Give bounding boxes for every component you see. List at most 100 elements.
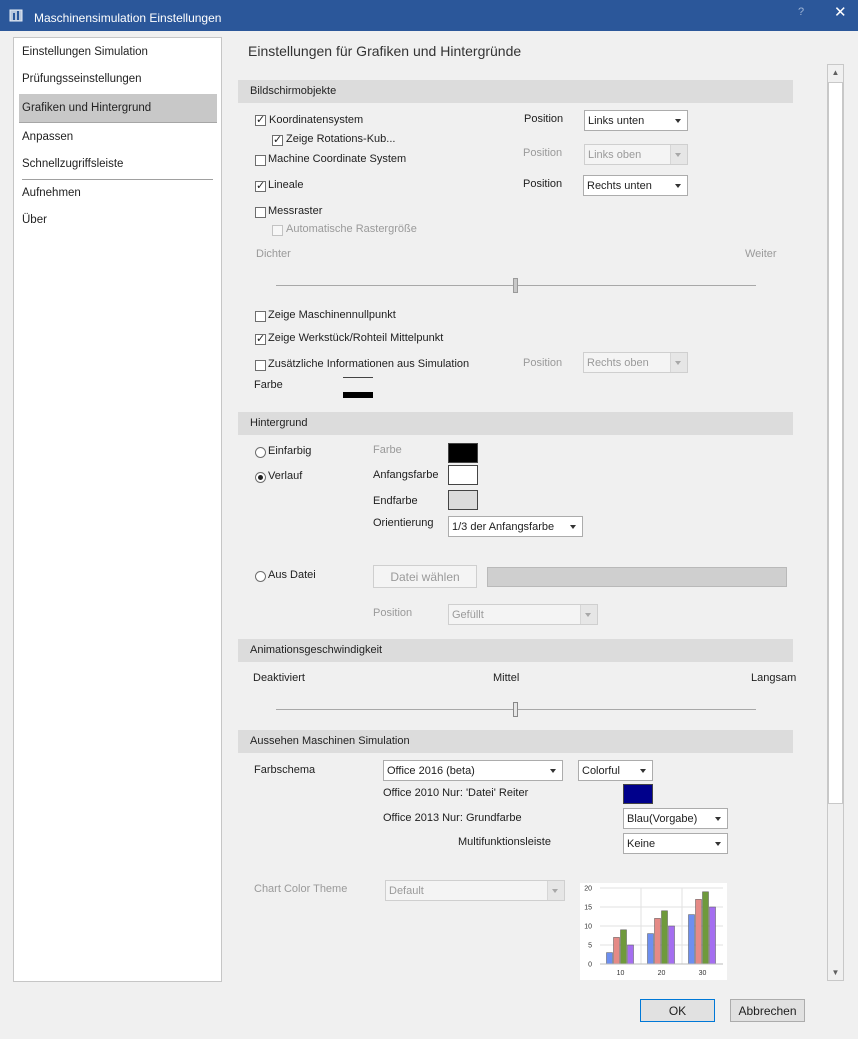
verlauf-label: Verlauf: [268, 470, 303, 482]
hintergrund-farbe-label: Farbe: [373, 444, 402, 456]
section-animation: Animationsgeschwindigkeit: [238, 639, 793, 662]
machine-coord-label: Machine Coordinate System: [268, 153, 407, 165]
dropdown-value: Keine: [627, 838, 656, 850]
section-header: Aussehen Maschinen Simulation: [250, 735, 410, 747]
office2013-label: Office 2013 Nur: Grundfarbe: [383, 812, 522, 824]
section-header: Hintergrund: [250, 417, 308, 429]
endfarbe-swatch[interactable]: [448, 490, 478, 510]
anfangsfarbe-label: Anfangsfarbe: [373, 469, 439, 481]
datei-waehlen-button[interactable]: Datei wählen: [373, 565, 477, 588]
office2013-dropdown[interactable]: Blau(Vorgabe): [623, 808, 728, 829]
close-icon[interactable]: ✕: [834, 3, 847, 21]
page-title: Einstellungen für Grafiken und Hintergrü…: [248, 43, 522, 59]
werkstueck-label: Zeige Werkstück/Rohteil Mittelpunkt: [268, 332, 444, 344]
koordinatensystem-checkbox[interactable]: [255, 113, 266, 126]
hintergrund-position-dropdown[interactable]: Gefüllt: [448, 604, 598, 625]
chart-bar: [661, 910, 668, 965]
section-hintergrund: Hintergrund: [238, 412, 793, 435]
chart-bar: [695, 899, 702, 965]
window-title: Maschinensimulation Einstellungen: [34, 11, 222, 25]
maschinennull-checkbox[interactable]: [255, 311, 266, 322]
orientierung-dropdown[interactable]: 1/3 der Anfangsfarbe: [448, 516, 583, 537]
messraster-checkbox[interactable]: [255, 207, 266, 218]
dropdown-value: Default: [389, 885, 424, 897]
chevron-down-icon: [715, 842, 721, 846]
chart-bar: [654, 918, 661, 965]
auto-raster-label: Automatische Rastergröße: [286, 223, 417, 235]
colorful-dropdown[interactable]: Colorful: [578, 760, 653, 781]
farbe-label: Farbe: [254, 379, 283, 391]
datei-path-field[interactable]: [487, 567, 787, 587]
cancel-button[interactable]: Abbrechen: [730, 999, 805, 1022]
zusatz-position-dropdown[interactable]: Rechts oben: [583, 352, 688, 373]
chevron-down-icon: [675, 153, 681, 157]
chart-bar: [668, 925, 675, 965]
scroll-up-icon[interactable]: ▲: [828, 65, 843, 80]
zusatz-checkbox[interactable]: [255, 360, 266, 371]
farbschema-label: Farbschema: [254, 764, 316, 776]
machine-coord-position-dropdown[interactable]: Links oben: [584, 144, 688, 165]
koordinatensystem-label: Koordinatensystem: [269, 114, 364, 126]
dropdown-value: Links oben: [588, 149, 642, 161]
chevron-down-icon: [715, 817, 721, 821]
section-header: Animationsgeschwindigkeit: [250, 644, 383, 656]
nav-divider: [22, 179, 213, 180]
dropdown-value: Gefüllt: [452, 609, 484, 621]
hintergrund-farbe-swatch[interactable]: [448, 443, 478, 463]
chart-bar: [702, 891, 709, 965]
line-color-preview-thin: [343, 377, 373, 378]
machine-coord-checkbox[interactable]: [255, 155, 266, 166]
koordinatensystem-position-dropdown[interactable]: Links unten: [584, 110, 688, 131]
rotations-label: Zeige Rotations-Kub...: [286, 133, 396, 145]
werkstueck-checkbox[interactable]: [255, 332, 266, 345]
nav-item-ueber[interactable]: Über: [22, 214, 47, 226]
nav-item-schnellzugriff[interactable]: Schnellzugriffsleiste: [22, 158, 123, 170]
animation-slider-right-label: Langsam: [751, 672, 797, 684]
ok-button[interactable]: OK: [640, 999, 715, 1022]
farbschema-dropdown[interactable]: Office 2016 (beta): [383, 760, 563, 781]
nav-item-simulation[interactable]: Einstellungen Simulation: [22, 46, 148, 58]
nav-item-grafiken[interactable]: Grafiken und Hintergrund: [22, 102, 151, 114]
lineale-position-dropdown[interactable]: Rechts unten: [583, 175, 688, 196]
nav-item-anpassen[interactable]: Anpassen: [22, 131, 73, 143]
nav-item-aufnehmen[interactable]: Aufnehmen: [22, 187, 81, 199]
auto-raster-checkbox[interactable]: [272, 225, 283, 236]
dropdown-value: Links unten: [588, 115, 645, 127]
chevron-down-icon: [675, 361, 681, 365]
scrollbar-thumb[interactable]: [828, 82, 843, 804]
chart-theme-dropdown[interactable]: Default: [385, 880, 565, 901]
title-bar: Maschinensimulation Einstellungen ? ✕: [0, 0, 858, 31]
rotations-checkbox[interactable]: [272, 133, 283, 146]
machine-coord-position-label: Position: [523, 147, 563, 159]
aus-datei-radio[interactable]: [255, 571, 266, 582]
einfarbig-label: Einfarbig: [268, 445, 312, 457]
raster-slider-left-label: Dichter: [256, 248, 291, 260]
einfarbig-radio[interactable]: [255, 447, 266, 458]
chart-y-tick-label: 15: [584, 905, 592, 912]
dropdown-value: 1/3 der Anfangsfarbe: [452, 521, 555, 533]
chart-bar: [627, 944, 634, 965]
vertical-scrollbar[interactable]: ▲ ▼: [827, 64, 844, 981]
chart-bar: [606, 952, 613, 965]
line-color-preview[interactable]: [343, 392, 373, 398]
chevron-down-icon: [585, 613, 591, 617]
scroll-down-icon[interactable]: ▼: [828, 965, 843, 980]
help-icon[interactable]: ?: [798, 6, 804, 18]
section-aussehen: Aussehen Maschinen Simulation: [238, 730, 793, 753]
office2010-color-swatch[interactable]: [623, 784, 653, 804]
anfangsfarbe-swatch[interactable]: [448, 465, 478, 485]
chart-y-tick-label: 10: [584, 924, 592, 931]
animation-slider-thumb[interactable]: [513, 702, 518, 717]
dropdown-value: Rechts unten: [587, 180, 652, 192]
multifunktion-dropdown[interactable]: Keine: [623, 833, 728, 854]
verlauf-radio[interactable]: [255, 472, 266, 483]
lineale-checkbox[interactable]: [255, 179, 266, 192]
chart-x-tick-label: 20: [658, 970, 666, 977]
nav-item-pruefung[interactable]: Prüfungsseinstellungen: [22, 73, 142, 85]
dropdown-value: Colorful: [582, 765, 620, 777]
messraster-label: Messraster: [268, 205, 323, 217]
raster-slider-thumb[interactable]: [513, 278, 518, 293]
chart-preview-svg: 0 5 10 15 20 10 20 30: [584, 886, 723, 977]
aus-datei-label: Aus Datei: [268, 569, 316, 581]
animation-slider-middle-label: Mittel: [493, 672, 520, 684]
